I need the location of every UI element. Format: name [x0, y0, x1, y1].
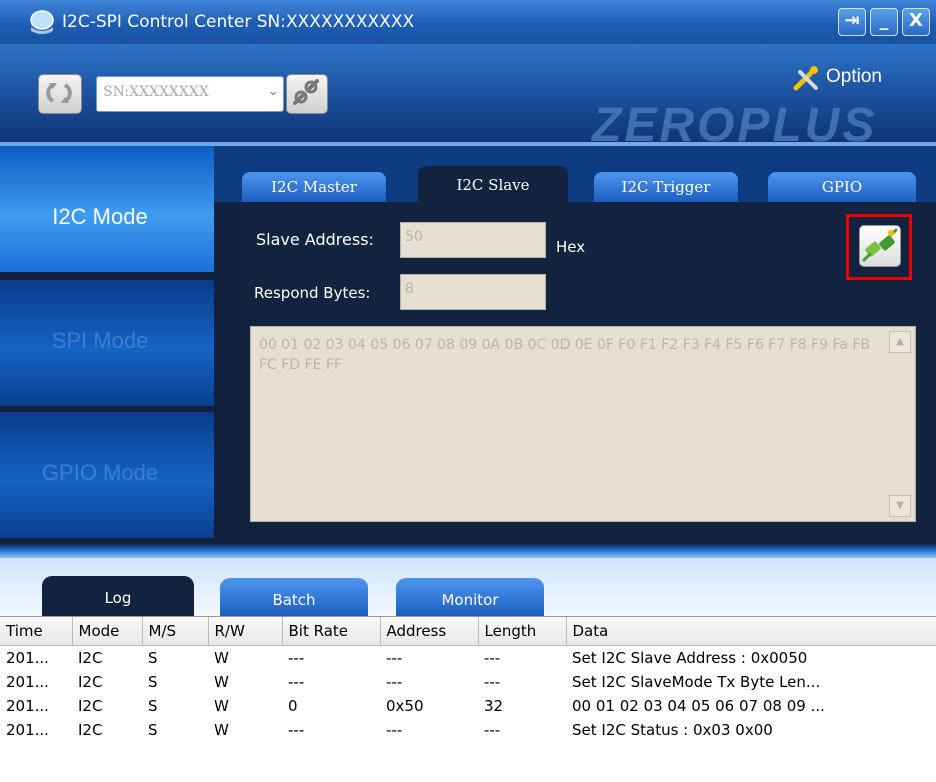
- table-cell: W: [214, 697, 229, 715]
- respond-bytes-label: Respond Bytes:: [254, 284, 371, 302]
- column-header[interactable]: Time: [0, 617, 73, 646]
- table-cell: Set I2C Status : 0x03 0x00: [572, 721, 773, 739]
- option-label: Option: [826, 66, 882, 87]
- table-cell: S: [148, 721, 158, 739]
- tab-i2c-slave[interactable]: I2C Slave: [418, 166, 568, 202]
- minimize-button[interactable]: _: [870, 8, 898, 36]
- table-cell: W: [214, 649, 229, 667]
- connect-highlight: [846, 214, 912, 280]
- window-title: I2C-SPI Control Center SN:XXXXXXXXXXX: [62, 12, 415, 32]
- slave-address-field[interactable]: 50: [400, 222, 546, 258]
- table-cell: 201...: [6, 721, 49, 739]
- tab-log[interactable]: Log: [42, 576, 194, 616]
- table-cell: ---: [288, 649, 305, 667]
- plug-connect-icon: [862, 228, 898, 262]
- wrench-screwdriver-icon: [793, 66, 818, 91]
- table-cell: S: [148, 673, 158, 691]
- column-header[interactable]: Length: [478, 617, 567, 646]
- table-cell: ---: [386, 673, 403, 691]
- respond-bytes-field[interactable]: 8: [400, 274, 546, 310]
- tab-i2c-master[interactable]: I2C Master: [242, 172, 386, 202]
- table-cell: ---: [386, 649, 403, 667]
- refresh-icon: [46, 83, 72, 103]
- option-button[interactable]: Option: [790, 62, 920, 94]
- serial-number-value: SN:XXXXXXXX: [103, 84, 209, 100]
- column-header[interactable]: Mode: [72, 617, 143, 646]
- table-cell: ---: [288, 721, 305, 739]
- table-cell: I2C: [78, 721, 103, 739]
- app-window: I2C-SPI Control Center SN:XXXXXXXXXXX ⇥ …: [0, 0, 936, 782]
- table-cell: 32: [484, 697, 504, 715]
- table-cell: 0x50: [386, 697, 424, 715]
- mode-label: I2C Mode: [52, 204, 148, 229]
- serial-number-select[interactable]: SN:XXXXXXXX ⌄: [96, 76, 284, 112]
- table-cell: ---: [386, 721, 403, 739]
- pin-button[interactable]: ⇥: [838, 8, 866, 36]
- disconnect-button[interactable]: [286, 74, 328, 114]
- table-cell: 201...: [6, 697, 49, 715]
- respond-bytes-value: 8: [405, 281, 414, 297]
- table-cell: ---: [484, 649, 501, 667]
- table-cell: 00 01 02 03 04 05 06 07 08 09 ...: [572, 697, 825, 715]
- divider: [0, 544, 936, 558]
- table-cell: 0: [288, 697, 298, 715]
- slave-address-label: Slave Address:: [256, 230, 374, 249]
- table-cell: S: [148, 697, 158, 715]
- tab-batch[interactable]: Batch: [220, 578, 368, 616]
- refresh-button[interactable]: [38, 74, 82, 114]
- tab-gpio[interactable]: GPIO: [768, 172, 916, 202]
- table-cell: Set I2C Slave Address : 0x0050: [572, 649, 808, 667]
- table-row[interactable]: 201... I2C S W --- --- --- Set I2C Slave…: [0, 670, 936, 694]
- table-cell: 201...: [6, 673, 49, 691]
- table-cell: I2C: [78, 649, 103, 667]
- hex-unit-label: Hex: [556, 238, 586, 256]
- tab-bar: I2C Master I2C Slave I2C Trigger GPIO: [214, 146, 936, 202]
- column-header[interactable]: R/W: [208, 617, 283, 646]
- column-header[interactable]: Data: [566, 617, 936, 646]
- response-data-text: 00 01 02 03 04 05 06 07 08 09 0A 0B 0C 0…: [259, 337, 870, 373]
- disconnect-icon: [293, 79, 319, 105]
- mode-label: SPI Mode: [51, 328, 149, 353]
- log-tab-bar: Log Batch Monitor: [0, 558, 936, 616]
- chevron-down-icon: ⌄: [267, 83, 279, 99]
- table-cell: 201...: [6, 649, 49, 667]
- column-header[interactable]: M/S: [142, 617, 209, 646]
- table-row[interactable]: 201... I2C S W 0 0x50 32 00 01 02 03 04 …: [0, 694, 936, 718]
- table-row[interactable]: 201... I2C S W --- --- --- Set I2C Statu…: [0, 718, 936, 742]
- header-bar: SN:XXXXXXXX ⌄ Option ZEROPLUS: [0, 44, 936, 152]
- slave-address-value: 50: [405, 229, 423, 245]
- table-cell: W: [214, 721, 229, 739]
- title-bar[interactable]: I2C-SPI Control Center SN:XXXXXXXXXXX ⇥ …: [0, 0, 936, 44]
- tab-i2c-trigger[interactable]: I2C Trigger: [594, 172, 738, 202]
- response-data-textarea[interactable]: 00 01 02 03 04 05 06 07 08 09 0A 0B 0C 0…: [250, 326, 916, 522]
- table-cell: I2C: [78, 673, 103, 691]
- column-header[interactable]: Bit Rate: [282, 617, 381, 646]
- table-cell: ---: [484, 721, 501, 739]
- log-table: Time Mode M/S R/W Bit Rate Address Lengt…: [0, 616, 936, 782]
- tab-monitor[interactable]: Monitor: [396, 578, 544, 616]
- mode-label: GPIO Mode: [41, 460, 159, 485]
- table-cell: ---: [288, 673, 305, 691]
- connect-button[interactable]: [859, 225, 901, 267]
- table-cell: W: [214, 673, 229, 691]
- mode-button-gpio[interactable]: GPIO Mode: [0, 412, 214, 538]
- scroll-down-icon[interactable]: ▼: [889, 495, 911, 517]
- table-cell: Set I2C SlaveMode Tx Byte Len...: [572, 673, 821, 691]
- scroll-up-icon[interactable]: ▲: [889, 331, 911, 353]
- app-logo-icon: [30, 10, 54, 34]
- table-row[interactable]: 201... I2C S W --- --- --- Set I2C Slave…: [0, 646, 936, 671]
- table-cell: ---: [484, 673, 501, 691]
- mode-button-i2c[interactable]: I2C Mode: [0, 146, 214, 272]
- close-button[interactable]: X: [902, 8, 930, 36]
- table-cell: I2C: [78, 697, 103, 715]
- table-header-row: Time Mode M/S R/W Bit Rate Address Lengt…: [0, 617, 936, 646]
- column-header[interactable]: Address: [380, 617, 479, 646]
- table-cell: S: [148, 649, 158, 667]
- mode-button-spi[interactable]: SPI Mode: [0, 280, 214, 406]
